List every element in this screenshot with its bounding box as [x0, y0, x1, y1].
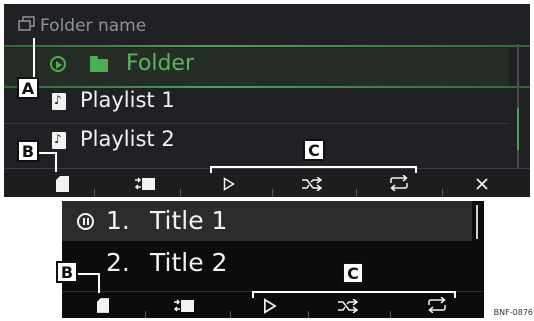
close-icon[interactable]	[475, 177, 489, 191]
callout-b-leader	[55, 152, 57, 172]
play-icon[interactable]	[263, 298, 277, 314]
callout-a-leader	[33, 38, 35, 82]
bottom-toolbar	[4, 168, 530, 197]
callout-c-bracket	[252, 291, 254, 298]
source-switch-icon[interactable]	[134, 176, 156, 192]
source-switch-icon[interactable]	[173, 298, 195, 314]
callout-c-bracket	[415, 166, 417, 173]
track-list-screen: 1. Title 1 2. Title 2	[62, 201, 484, 318]
toolbar-divider	[442, 189, 443, 197]
track-number-1: 1.	[106, 206, 130, 235]
shuffle-icon[interactable]	[337, 299, 359, 313]
play-icon[interactable]	[223, 177, 235, 191]
toolbar-divider	[390, 311, 391, 318]
repeat-icon[interactable]	[388, 175, 410, 191]
toolbar-divider	[230, 311, 231, 318]
toolbar-divider	[308, 311, 309, 318]
callout-a: A	[17, 77, 39, 99]
toolbar-divider	[272, 189, 273, 197]
sd-card-icon[interactable]	[97, 298, 109, 313]
playlist-item-1[interactable]: Playlist 1	[80, 88, 175, 112]
shuffle-icon[interactable]	[301, 177, 323, 191]
pause-icon[interactable]	[77, 213, 94, 230]
playlist-item-2[interactable]: Playlist 2	[80, 127, 175, 151]
callout-c-bracket	[210, 166, 417, 168]
sd-card-icon[interactable]	[56, 176, 69, 192]
toolbar-divider	[94, 189, 95, 197]
callout-b-leader	[37, 152, 57, 154]
callout-c: C	[303, 139, 325, 161]
track-title-2[interactable]: Title 2	[150, 248, 227, 277]
folder-icon	[90, 56, 108, 72]
folder-label: Folder	[126, 51, 194, 76]
toolbar-divider	[356, 189, 357, 197]
row-divider	[4, 123, 509, 124]
folder-name-title: Folder name	[40, 16, 147, 36]
callout-b-leader	[98, 273, 100, 293]
playlist-icon	[52, 93, 66, 110]
scrollbar[interactable]	[476, 205, 478, 239]
toolbar-divider	[145, 311, 146, 318]
figure-reference: BNF-0876	[492, 308, 534, 317]
folder-up-icon[interactable]	[16, 16, 36, 34]
header-separator	[4, 45, 530, 47]
playlist-icon	[52, 132, 66, 149]
callout-b: B	[17, 140, 39, 162]
callout-c-bracket	[210, 166, 212, 173]
toolbar-divider	[180, 189, 181, 197]
play-folder-icon[interactable]	[50, 56, 66, 72]
callout-c: C	[342, 262, 364, 284]
media-browser-screen: Folder name Folder Playlist 1 Playlist 2	[4, 4, 530, 197]
callout-b: B	[56, 261, 78, 283]
folder-row[interactable]	[4, 48, 509, 86]
callout-c-bracket	[252, 291, 456, 293]
scrollbar-thumb[interactable]	[517, 108, 519, 150]
callout-c-bracket	[454, 291, 456, 298]
repeat-icon[interactable]	[426, 297, 448, 313]
bottom-toolbar	[62, 291, 484, 318]
callout-b-leader	[78, 273, 100, 275]
track-number-2[interactable]: 2.	[106, 248, 130, 277]
track-title-1: Title 1	[150, 206, 228, 235]
